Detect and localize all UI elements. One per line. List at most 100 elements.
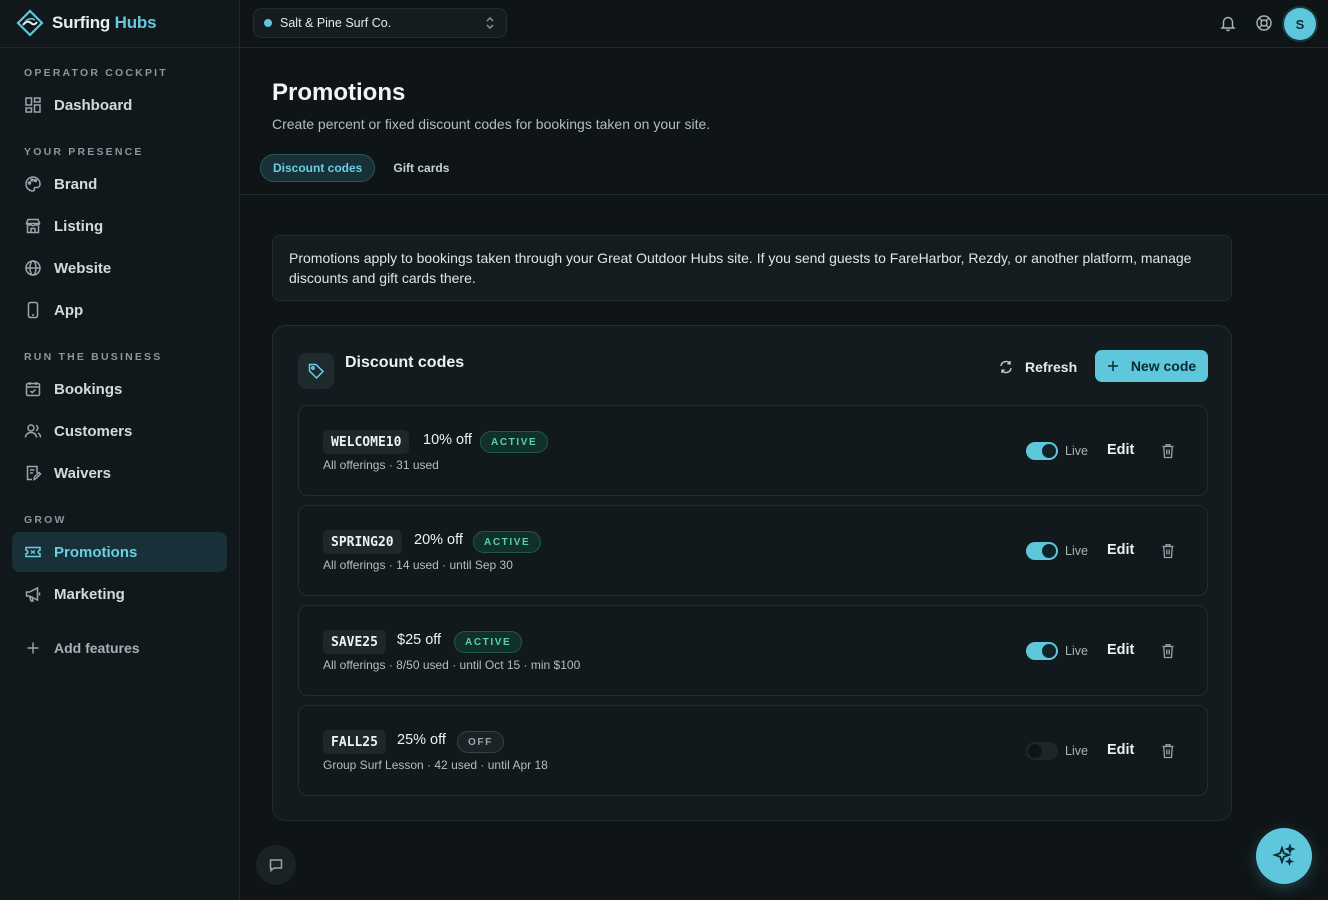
sidebar-item-label: App (54, 301, 84, 319)
add-features-button[interactable]: Add features (12, 628, 227, 668)
sidebar-item-customers[interactable]: Customers (12, 411, 227, 451)
edit-button[interactable]: Edit (1107, 642, 1134, 658)
sidebar-item-label: Customers (54, 422, 133, 440)
ai-assistant-button[interactable] (1256, 828, 1312, 884)
status-badge: ACTIVE (473, 531, 542, 553)
discount-code-row: SPRING20 20% off ACTIVE All offerings · … (298, 505, 1208, 596)
sidebar-item-brand[interactable]: Brand (12, 164, 227, 204)
sidebar-item-label: Website (54, 259, 112, 277)
tab-list: Discount codes Gift cards (260, 154, 461, 182)
sidebar: Surfing Hubs OPERATOR COCKPIT Dashboard … (0, 0, 240, 900)
sidebar-item-dashboard[interactable]: Dashboard (12, 85, 227, 125)
toggle-knob (1042, 644, 1056, 658)
sidebar-item-listing[interactable]: Listing (12, 206, 227, 246)
add-features-label: Add features (54, 640, 140, 656)
section-run-the-business: RUN THE BUSINESS (24, 351, 163, 363)
chat-icon (269, 859, 283, 873)
tab-gift-cards[interactable]: Gift cards (381, 154, 461, 182)
trash-icon[interactable] (1161, 743, 1175, 759)
sidebar-item-label: Dashboard (54, 96, 133, 114)
live-toggle[interactable] (1026, 442, 1058, 460)
sidebar-item-website[interactable]: Website (12, 248, 227, 288)
tab-discount-codes[interactable]: Discount codes (260, 154, 376, 182)
discount-code: SPRING20 (323, 530, 402, 554)
brand-logo-icon (16, 9, 44, 37)
users-icon (24, 424, 42, 438)
edit-button[interactable]: Edit (1107, 442, 1134, 458)
globe-icon (25, 260, 41, 276)
discount-amount: 10% off (423, 432, 472, 448)
help-lifebuoy-icon[interactable] (1255, 14, 1273, 32)
toggle-knob (1042, 544, 1056, 558)
live-label: Live (1065, 644, 1088, 658)
refresh-button[interactable]: Refresh (991, 351, 1085, 383)
info-notice: Promotions apply to bookings taken throu… (272, 235, 1232, 301)
sidebar-item-marketing[interactable]: Marketing (12, 574, 227, 614)
code-meta: All offerings · 31 used (323, 458, 439, 472)
sidebar-item-app[interactable]: App (12, 290, 227, 330)
sidebar-item-label: Brand (54, 175, 98, 193)
section-your-presence: YOUR PRESENCE (24, 146, 144, 158)
status-badge: ACTIVE (454, 631, 523, 653)
status-badge: ACTIVE (480, 431, 549, 453)
bell-icon[interactable] (1219, 14, 1237, 32)
code-meta: Group Surf Lesson · 42 used · until Apr … (323, 758, 548, 772)
chevron-up-down-icon (486, 17, 494, 29)
toggle-knob (1028, 744, 1042, 758)
sidebar-item-label: Promotions (54, 543, 138, 561)
phone-icon (27, 301, 39, 319)
edit-button[interactable]: Edit (1107, 742, 1134, 758)
trash-icon[interactable] (1161, 443, 1175, 459)
refresh-label: Refresh (1025, 359, 1078, 375)
toggle-knob (1042, 444, 1056, 458)
sidebar-item-bookings[interactable]: Bookings (12, 369, 227, 409)
chat-button[interactable] (256, 845, 296, 885)
sidebar-item-promotions[interactable]: Promotions (12, 532, 227, 572)
brand-name: Surfing Hubs (52, 13, 157, 32)
plus-icon (27, 642, 39, 654)
live-toggle[interactable] (1026, 742, 1058, 760)
live-label: Live (1065, 444, 1088, 458)
live-toggle[interactable] (1026, 642, 1058, 660)
discount-code-row: WELCOME10 10% off ACTIVE All offerings ·… (298, 405, 1208, 496)
palette-icon (25, 176, 41, 192)
live-label: Live (1065, 744, 1088, 758)
dashboard-icon (25, 97, 41, 113)
card-title: Discount codes (345, 354, 465, 371)
organization-name: Salt & Pine Surf Co. (280, 16, 392, 30)
discount-code: SAVE25 (323, 630, 386, 654)
discount-codes-card: Discount codes Refresh New code WELCOME1… (272, 325, 1232, 821)
new-code-label: New code (1130, 358, 1197, 374)
ticket-icon (25, 546, 41, 558)
live-toggle[interactable] (1026, 542, 1058, 560)
document-sign-icon (26, 465, 42, 481)
discount-amount: 20% off (414, 532, 463, 548)
page-title: Promotions (272, 79, 406, 106)
topbar: Salt & Pine Surf Co. S (240, 0, 1328, 48)
calendar-icon (25, 382, 41, 397)
user-avatar[interactable]: S (1284, 8, 1316, 40)
discount-amount: 25% off (397, 732, 446, 748)
trash-icon[interactable] (1161, 643, 1175, 659)
sparkles-icon (1272, 843, 1296, 866)
sidebar-item-label: Listing (54, 217, 104, 235)
trash-icon[interactable] (1161, 543, 1175, 559)
megaphone-icon (25, 586, 41, 602)
code-meta: All offerings · 14 used · until Sep 30 (323, 558, 513, 572)
discount-code: WELCOME10 (323, 430, 410, 454)
section-operator-cockpit: OPERATOR COCKPIT (24, 67, 168, 79)
new-code-button[interactable]: New code (1095, 350, 1208, 382)
discount-code-row: SAVE25 $25 off ACTIVE All offerings · 8/… (298, 605, 1208, 696)
sidebar-item-waivers[interactable]: Waivers (12, 453, 227, 493)
edit-button[interactable]: Edit (1107, 542, 1134, 558)
sidebar-item-label: Marketing (54, 585, 125, 603)
status-badge: OFF (457, 731, 504, 753)
plus-icon (1107, 361, 1118, 371)
brand-logo-link[interactable]: Surfing Hubs (16, 9, 157, 37)
sidebar-item-label: Waivers (54, 464, 111, 482)
sidebar-item-label: Bookings (54, 380, 123, 398)
organization-select[interactable]: Salt & Pine Surf Co. (253, 8, 507, 38)
discount-amount: $25 off (397, 632, 442, 648)
org-status-dot (264, 19, 272, 27)
header-divider (240, 194, 1328, 195)
